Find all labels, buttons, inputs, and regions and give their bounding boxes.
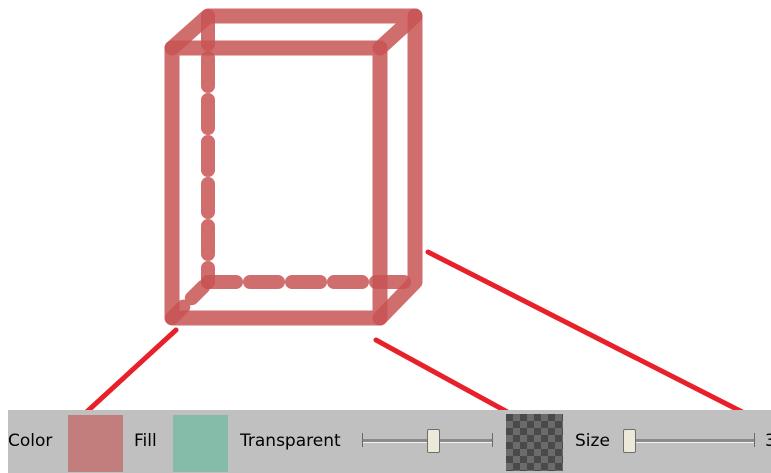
- drawing-canvas[interactable]: [0, 0, 771, 473]
- fill-swatch-icon[interactable]: [173, 415, 228, 472]
- size-label: Size: [575, 431, 610, 451]
- transparent-label: Transparent: [240, 431, 341, 451]
- color-label: Color: [8, 431, 53, 451]
- transparency-slider-handle[interactable]: [426, 429, 440, 453]
- callout-line-color: [77, 327, 179, 421]
- checkerboard-icon[interactable]: [506, 414, 563, 471]
- size-slider-track[interactable]: [623, 433, 755, 447]
- callout-line-transparency: [373, 337, 525, 423]
- size-slider-handle[interactable]: [623, 429, 636, 453]
- style-toolbar: Color Fill Transparent Size 3: [8, 410, 771, 473]
- cube-shape[interactable]: [164, 8, 423, 326]
- color-swatch-icon[interactable]: [68, 415, 123, 472]
- size-value: 3: [765, 431, 771, 451]
- fill-label: Fill: [134, 431, 157, 451]
